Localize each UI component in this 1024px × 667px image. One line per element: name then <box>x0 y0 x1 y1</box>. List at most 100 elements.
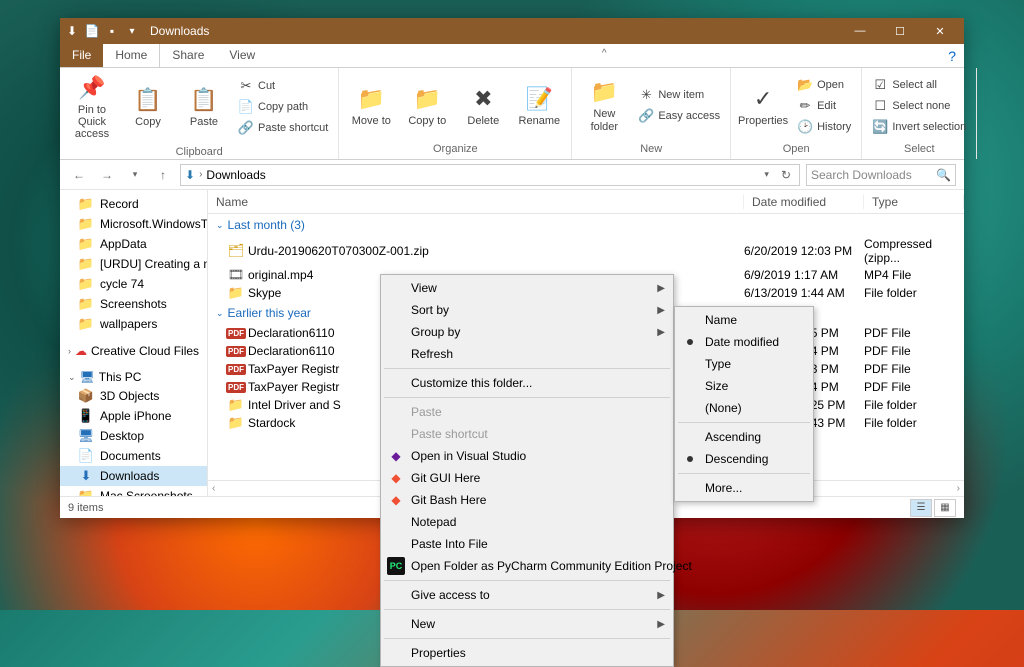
tab-share[interactable]: Share <box>160 44 217 67</box>
column-type[interactable]: Type <box>864 195 964 209</box>
submenu-more[interactable]: More... <box>677 477 811 499</box>
invert-selection-button[interactable]: 🔄Invert selection <box>868 117 970 137</box>
tab-view[interactable]: View <box>217 44 268 67</box>
menu-paste-into-file[interactable]: Paste Into File <box>383 533 671 555</box>
submenu-type[interactable]: Type <box>677 353 811 375</box>
sidebar-item[interactable]: 📱Apple iPhone <box>60 406 207 426</box>
submenu-none[interactable]: (None) <box>677 397 811 419</box>
icons-view-button[interactable]: ▦ <box>934 499 956 517</box>
select-all-button[interactable]: ☑Select all <box>868 75 970 95</box>
menu-git-bash[interactable]: ◆Git Bash Here <box>383 489 671 511</box>
submenu-size[interactable]: Size <box>677 375 811 397</box>
ribbon-collapse-icon[interactable]: ^ <box>596 44 613 67</box>
menu-paste-shortcut: Paste shortcut <box>383 423 671 445</box>
sidebar-item[interactable]: 📁[URDU] Creating a new c <box>60 254 207 274</box>
tab-home[interactable]: Home <box>103 44 160 67</box>
sidebar-item[interactable]: ⬇Downloads <box>60 466 207 486</box>
move-to-button[interactable]: 📁Move to <box>345 70 397 141</box>
refresh-icon[interactable]: ↻ <box>777 168 795 182</box>
rename-button[interactable]: 📝Rename <box>513 70 565 141</box>
pin-quick-access-button[interactable]: 📌Pin to Quick access <box>66 70 118 144</box>
new-folder-button[interactable]: 📁New folder <box>578 70 630 141</box>
menu-pycharm[interactable]: PCOpen Folder as PyCharm Community Editi… <box>383 555 671 577</box>
sidebar-this-pc[interactable]: ⌄🖥This PC <box>60 368 207 386</box>
sidebar-item-label: Documents <box>100 449 161 463</box>
menu-properties[interactable]: Properties <box>383 642 671 664</box>
separator <box>678 422 810 423</box>
copy-button[interactable]: 📋Copy <box>122 70 174 144</box>
back-button[interactable]: ← <box>68 164 90 186</box>
file-type: MP4 File <box>864 268 964 282</box>
menu-new[interactable]: New▶ <box>383 613 671 635</box>
sidebar-item[interactable]: 📁Mac Screenshots <box>60 486 207 496</box>
sidebar-item[interactable]: 📁Screenshots <box>60 294 207 314</box>
help-button[interactable]: ? <box>940 44 964 67</box>
up-button[interactable]: ↑ <box>152 164 174 186</box>
qat-icon[interactable]: 📄 <box>84 23 100 39</box>
clipboard-group-label: Clipboard <box>66 144 332 160</box>
forward-button[interactable]: → <box>96 164 118 186</box>
sidebar-item[interactable]: 📁Record <box>60 194 207 214</box>
sidebar-item[interactable]: 🖥Desktop <box>60 426 207 446</box>
chevron-right-icon: ▶ <box>657 327 665 338</box>
submenu-date-modified[interactable]: Date modified <box>677 331 811 353</box>
properties-button[interactable]: ✓Properties <box>737 70 789 141</box>
group-label: Earlier this year <box>228 306 311 320</box>
sidebar-item[interactable]: 📄Documents <box>60 446 207 466</box>
qat-pin-icon[interactable]: ▪ <box>104 23 120 39</box>
close-button[interactable]: ✕ <box>920 18 960 44</box>
submenu-name[interactable]: Name <box>677 309 811 331</box>
menu-view[interactable]: View▶ <box>383 277 671 299</box>
chevron-right-icon[interactable]: › <box>199 169 202 180</box>
item-count: 9 items <box>68 502 103 514</box>
pasteshortcut-icon: 🔗 <box>238 120 254 136</box>
group-header[interactable]: ⌄Last month (3) <box>208 214 964 236</box>
column-date[interactable]: Date modified <box>744 195 864 209</box>
history-button[interactable]: 🕑History <box>793 117 855 137</box>
file-type: PDF File <box>864 344 964 358</box>
file-row[interactable]: 🗂Urdu-20190620T070300Z-001.zip6/20/2019 … <box>208 236 964 266</box>
menu-sort-by[interactable]: Sort by▶ <box>383 299 671 321</box>
file-date: 6/9/2019 1:17 AM <box>744 268 864 282</box>
sidebar-item[interactable]: 📦3D Objects <box>60 386 207 406</box>
menu-give-access[interactable]: Give access to▶ <box>383 584 671 606</box>
copy-to-button[interactable]: 📁Copy to <box>401 70 453 141</box>
paste-button[interactable]: 📋Paste <box>178 70 230 144</box>
sidebar-item[interactable]: 📁AppData <box>60 234 207 254</box>
copy-path-button[interactable]: 📄Copy path <box>234 97 332 117</box>
qat-dropdown-icon[interactable]: ▾ <box>124 23 140 39</box>
menu-customize-folder[interactable]: Customize this folder... <box>383 372 671 394</box>
sidebar-item[interactable]: 📁cycle 74 <box>60 274 207 294</box>
menu-refresh[interactable]: Refresh <box>383 343 671 365</box>
details-view-button[interactable]: ☰ <box>910 499 932 517</box>
column-name[interactable]: Name <box>208 195 744 209</box>
sidebar-item[interactable]: 📁wallpapers <box>60 314 207 334</box>
menu-group-by[interactable]: Group by▶ <box>383 321 671 343</box>
address-bar[interactable]: ⬇ › Downloads ▾ ↻ <box>180 164 800 186</box>
delete-button[interactable]: ✖Delete <box>457 70 509 141</box>
minimize-button[interactable]: — <box>840 18 880 44</box>
edit-button[interactable]: ✏Edit <box>793 96 855 116</box>
paste-shortcut-button[interactable]: 🔗Paste shortcut <box>234 118 332 138</box>
sidebar-item[interactable]: 📁Microsoft.WindowsTe <box>60 214 207 234</box>
sidebar-creative-cloud[interactable]: ›☁Creative Cloud Files <box>60 342 207 360</box>
sidebar-item-label: Record <box>100 197 139 211</box>
easy-access-button[interactable]: 🔗Easy access <box>634 106 724 126</box>
maximize-button[interactable]: ☐ <box>880 18 920 44</box>
recent-dropdown[interactable]: ▾ <box>124 164 146 186</box>
tab-file[interactable]: File <box>60 44 103 67</box>
search-input[interactable]: Search Downloads 🔍 <box>806 164 956 186</box>
submenu-descending[interactable]: Descending <box>677 448 811 470</box>
menu-notepad[interactable]: Notepad <box>383 511 671 533</box>
select-none-button[interactable]: ☐Select none <box>868 96 970 116</box>
submenu-ascending[interactable]: Ascending <box>677 426 811 448</box>
titlebar[interactable]: ⬇ 📄 ▪ ▾ Downloads — ☐ ✕ <box>60 18 964 44</box>
address-dropdown-icon[interactable]: ▾ <box>760 169 773 180</box>
open-button[interactable]: 📂Open <box>793 75 855 95</box>
new-item-button[interactable]: ✳New item <box>634 85 724 105</box>
cut-button[interactable]: ✂Cut <box>234 76 332 96</box>
item-icon: 📱 <box>78 408 94 424</box>
menu-git-gui[interactable]: ◆Git GUI Here <box>383 467 671 489</box>
delete-icon: ✖ <box>469 85 497 113</box>
menu-open-visual-studio[interactable]: ◆Open in Visual Studio <box>383 445 671 467</box>
